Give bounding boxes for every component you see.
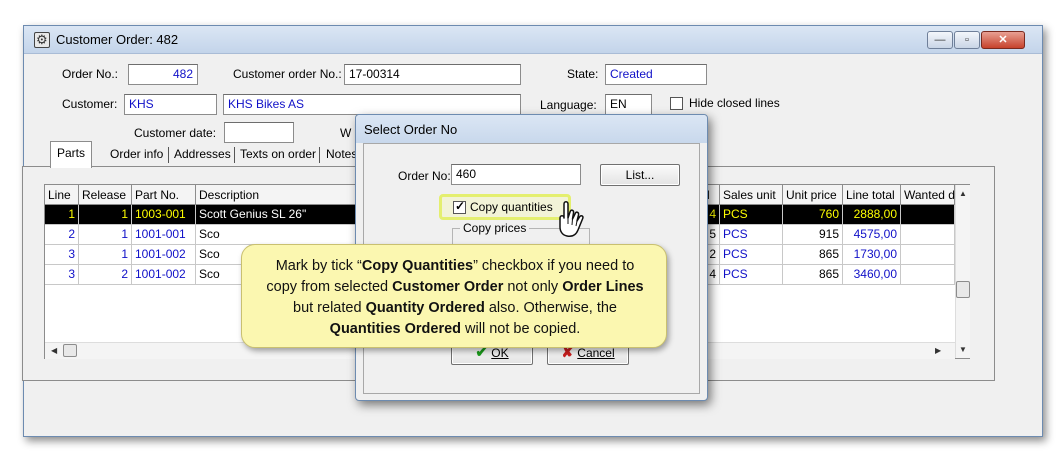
close-button[interactable]: ✕: [981, 31, 1025, 49]
copy-quantities-checkbox[interactable]: [453, 199, 466, 214]
column-header-unit-price[interactable]: Unit price: [783, 185, 843, 205]
callout-text-part: Copy Quantities: [361, 258, 474, 274]
customer-name-field: KHS Bikes AS: [223, 94, 521, 115]
customer-label: Customer:: [62, 97, 118, 111]
cell-wanted: [901, 225, 955, 245]
cell-unit: PCS: [720, 205, 783, 225]
cell-unit: PCS: [720, 225, 783, 245]
copy-prices-label: Copy prices: [460, 221, 530, 235]
callout-text-part: Quantities Ordered: [329, 321, 462, 337]
order-no-label: Order No.:: [62, 67, 119, 81]
cell-unit-price: 865: [783, 265, 843, 285]
maximize-button[interactable]: ▫: [954, 31, 980, 49]
column-header-line-total[interactable]: Line total: [843, 185, 901, 205]
dialog-titlebar[interactable]: Select Order No: [356, 115, 707, 143]
cell-line-total: 2888,00: [843, 205, 901, 225]
tab-parts[interactable]: Parts: [50, 141, 93, 168]
scroll-right-icon[interactable]: ▶: [935, 346, 941, 355]
scroll-left-icon[interactable]: ◀: [51, 346, 57, 355]
window-title: Customer Order: 482: [56, 32, 179, 47]
callout-text-part: Order Lines: [562, 279, 644, 295]
ok-button-label: OK: [491, 346, 509, 360]
column-header-release[interactable]: Release: [79, 185, 132, 205]
cell-line: 3: [45, 245, 79, 265]
cell-release: 2: [79, 265, 132, 285]
cell-part-no: 1001-002: [132, 265, 196, 285]
callout-text-part: not only: [503, 279, 563, 295]
vertical-scroll-thumb[interactable]: [956, 281, 970, 298]
cell-release: 1: [79, 245, 132, 265]
column-header-line[interactable]: Line: [45, 185, 79, 205]
cell-unit: PCS: [720, 265, 783, 285]
customer-date-label: Customer date:: [134, 126, 217, 140]
minimize-button[interactable]: —: [927, 31, 953, 49]
cell-part-no: 1003-001: [132, 205, 196, 225]
language-label: Language:: [540, 98, 597, 112]
customer-order-no-label: Customer order No.:: [233, 67, 342, 81]
state-label: State:: [567, 67, 599, 81]
callout-text: Mark by tick “Copy Quantities” checkbox …: [262, 256, 648, 340]
customer-code-field[interactable]: KHS: [124, 94, 217, 115]
hide-closed-lines-checkbox[interactable]: [670, 97, 683, 110]
cell-part-no: 1001-001: [132, 225, 196, 245]
cell-line-total: 1730,00: [843, 245, 901, 265]
list-button[interactable]: List...: [600, 164, 680, 186]
cell-unit-price: 760: [783, 205, 843, 225]
cell-unit-price: 865: [783, 245, 843, 265]
tab-texts-on-order[interactable]: Texts on order: [234, 143, 322, 165]
horizontal-scroll-thumb[interactable]: [63, 344, 77, 357]
dialog-title: Select Order No: [364, 122, 458, 137]
gear-icon: ⚙: [34, 32, 50, 48]
cell-wanted: [901, 245, 955, 265]
cell-line: 2: [45, 225, 79, 245]
instruction-callout: Mark by tick “Copy Quantities” checkbox …: [241, 244, 667, 348]
callout-text-part: Customer Order: [392, 279, 504, 295]
vertical-scrollbar[interactable]: ▲ ▼: [955, 185, 970, 358]
customer-date-field[interactable]: [224, 122, 294, 143]
tab-addresses[interactable]: Addresses: [168, 143, 237, 165]
column-header-wanted-delivery[interactable]: Wanted deliv: [901, 185, 955, 205]
order-no-field[interactable]: 482: [128, 64, 198, 85]
dialog-order-no-label: Order No:: [398, 169, 451, 183]
cell-unit: PCS: [720, 245, 783, 265]
cell-line-total: 3460,00: [843, 265, 901, 285]
cell-part-no: 1001-002: [132, 245, 196, 265]
tab-order-info[interactable]: Order info: [104, 143, 169, 165]
scroll-up-icon[interactable]: ▲: [959, 189, 967, 198]
column-header-part-no[interactable]: Part No.: [132, 185, 196, 205]
cancel-button-label: Cancel: [577, 346, 615, 360]
window-titlebar[interactable]: ⚙ Customer Order: 482 — ▫ ✕: [24, 26, 1042, 54]
copy-quantities-label: Copy quantities: [470, 200, 553, 214]
cell-release: 1: [79, 205, 132, 225]
cell-wanted: [901, 205, 955, 225]
customer-order-no-field[interactable]: 17-00314: [344, 64, 521, 85]
partial-label: W: [340, 126, 352, 140]
cell-unit-price: 915: [783, 225, 843, 245]
cell-wanted: [901, 265, 955, 285]
callout-text-part: but related: [293, 300, 366, 316]
column-header-sales-unit[interactable]: Sales unit: [720, 185, 783, 205]
cell-line: 1: [45, 205, 79, 225]
state-field: Created: [605, 64, 707, 85]
language-field[interactable]: EN: [605, 94, 652, 115]
hide-closed-lines-label: Hide closed lines: [689, 96, 780, 110]
scroll-down-icon[interactable]: ▼: [959, 345, 967, 354]
cell-line: 3: [45, 265, 79, 285]
callout-text-part: Mark by tick “: [275, 258, 362, 274]
cell-release: 1: [79, 225, 132, 245]
callout-text-part: Quantity Ordered: [365, 300, 485, 316]
callout-text-part: also. Otherwise, the: [484, 300, 617, 316]
cell-line-total: 4575,00: [843, 225, 901, 245]
dialog-order-no-field[interactable]: 460: [451, 164, 581, 185]
callout-text-part: will not be copied.: [461, 321, 581, 337]
hand-pointer-icon: [559, 201, 584, 237]
